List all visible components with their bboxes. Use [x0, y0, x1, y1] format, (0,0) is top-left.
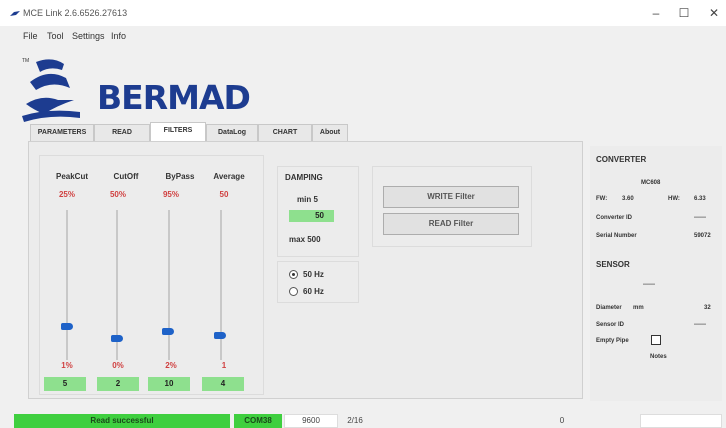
hw-label: HW: [668, 196, 680, 202]
tab-about[interactable]: About [312, 124, 348, 141]
peakcut-label: PeakCut [55, 172, 88, 181]
bypass-value: 10 [148, 377, 190, 391]
tab-parameters[interactable]: PARAMETERS [30, 124, 94, 141]
bypass-percent: 95% [162, 190, 179, 199]
minimize-button[interactable]: – [642, 4, 670, 22]
converter-id-value: ------ [694, 215, 706, 221]
bermad-logo: TM BERMAD [22, 54, 257, 124]
frequency-group [277, 261, 359, 303]
sensor-title: SENSOR [596, 260, 630, 269]
radio-60hz[interactable] [289, 287, 298, 296]
status-count: 0 [559, 416, 565, 425]
hw-value: 6.33 [694, 196, 706, 202]
average-label: Average [213, 172, 245, 181]
average-percent: 50 [219, 190, 229, 199]
average-slider-thumb[interactable] [214, 332, 226, 339]
peakcut-min: 1% [61, 361, 73, 370]
serial-number-label: Serial Number [596, 233, 637, 239]
tab-read[interactable]: READ [94, 124, 150, 141]
maximize-button[interactable]: ☐ [670, 4, 698, 22]
menu-settings[interactable]: Settings [72, 31, 105, 41]
peakcut-percent: 25% [58, 190, 75, 199]
converter-model: MC608 [641, 180, 661, 186]
tab-filters[interactable]: FILTERS [150, 122, 206, 142]
radio-50hz-label[interactable]: 50 Hz [303, 270, 324, 279]
radio-50hz[interactable] [289, 270, 298, 279]
read-filter-button[interactable]: READ Filter [383, 213, 519, 235]
diameter-label: Diameter [596, 305, 622, 311]
sensor-id-value: ------ [694, 322, 706, 328]
tab-datalog[interactable]: DataLog [206, 124, 258, 141]
logo-mark-icon: TM [22, 58, 80, 122]
damping-title: DAMPING [285, 173, 323, 182]
cutoff-slider-thumb[interactable] [111, 335, 123, 342]
cutoff-label: CutOff [113, 172, 139, 181]
serial-number-value: 59072 [694, 233, 711, 239]
cutoff-min: 0% [112, 361, 124, 370]
menu-info[interactable]: Info [111, 31, 126, 41]
status-empty-cell [640, 414, 722, 428]
peakcut-slider-track[interactable] [66, 210, 68, 360]
damping-max: max 500 [289, 235, 321, 244]
menu-tool[interactable]: Tool [47, 31, 64, 41]
diameter-unit: mm [633, 305, 644, 311]
close-button[interactable]: ✕ [700, 4, 726, 22]
logo-text: BERMAD [97, 78, 251, 117]
bypass-slider-thumb[interactable] [162, 328, 174, 335]
menu-file[interactable]: File [23, 31, 38, 41]
bypass-min: 2% [165, 361, 177, 370]
tab-chart[interactable]: CHART [258, 124, 312, 141]
damping-value[interactable]: 50 [289, 210, 334, 222]
fw-label: FW: [596, 196, 608, 202]
cutoff-value: 2 [97, 377, 139, 391]
write-filter-button[interactable]: WRITE Filter [383, 186, 519, 208]
empty-pipe-label: Empty Pipe [596, 338, 629, 344]
sensor-line: ------ [643, 282, 655, 288]
converter-id-label: Converter ID [596, 215, 633, 221]
window-title: MCE Link 2.6.6526.27613 [23, 8, 128, 18]
average-value: 4 [202, 377, 244, 391]
status-port: COM38 [234, 414, 282, 428]
sensor-id-label: Sensor ID [596, 322, 625, 328]
peakcut-slider-thumb[interactable] [61, 323, 73, 330]
radio-60hz-label[interactable]: 60 Hz [303, 287, 324, 296]
status-message: Read successful [14, 414, 230, 428]
status-frame: 2/16 [347, 416, 363, 425]
status-baud: 9600 [302, 416, 320, 425]
average-min: 1 [221, 361, 227, 370]
empty-pipe-checkbox[interactable] [651, 335, 661, 345]
diameter-value: 32 [704, 305, 711, 311]
cutoff-percent: 50% [109, 190, 126, 199]
app-icon [10, 11, 20, 16]
converter-title: CONVERTER [596, 155, 647, 164]
menu-bar: File Tool Settings Info [0, 28, 726, 46]
notes-label: Notes [650, 354, 667, 360]
peakcut-value: 5 [44, 377, 86, 391]
bypass-slider-track[interactable] [168, 210, 170, 360]
fw-value: 3.60 [622, 196, 634, 202]
damping-min: min 5 [297, 195, 318, 204]
svg-text:TM: TM [22, 58, 29, 64]
title-bar: MCE Link 2.6.6526.27613 – ☐ ✕ [0, 0, 726, 26]
